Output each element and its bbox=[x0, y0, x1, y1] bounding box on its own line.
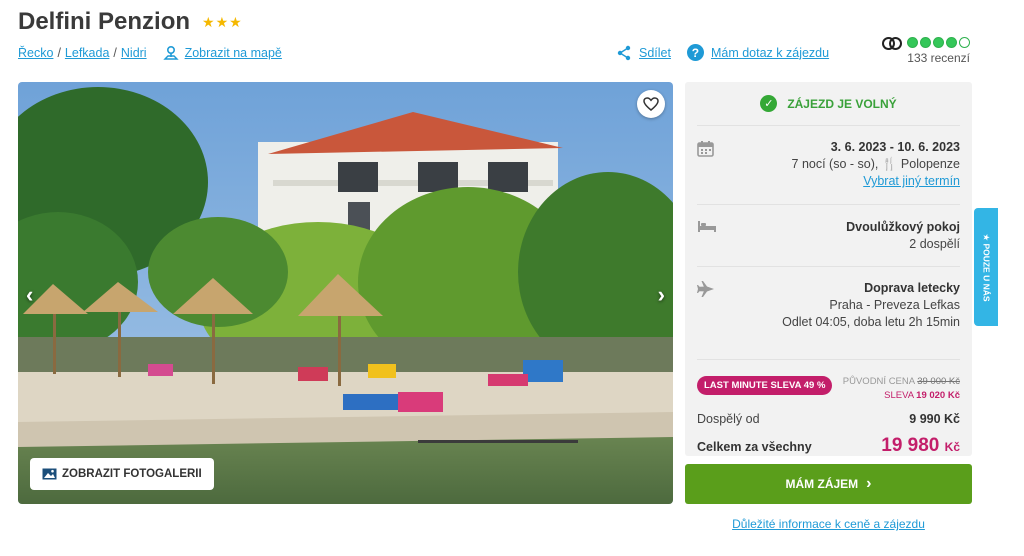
rating-dot-empty bbox=[959, 36, 970, 48]
prev-photo-arrow[interactable]: ‹ bbox=[26, 282, 33, 308]
original-price-block: PŮVODNÍ CENA 39 000 Kč SLEVA 19 020 Kč bbox=[843, 375, 960, 403]
flight-route: Praha - Preveza Lefkas bbox=[829, 298, 960, 312]
breadcrumb-separator: / bbox=[57, 46, 61, 60]
plane-icon bbox=[697, 281, 714, 297]
map-link[interactable]: Zobrazit na mapě bbox=[162, 45, 282, 61]
breadcrumb-place[interactable]: Nidri bbox=[121, 46, 147, 60]
adult-price-row: Dospělý od 9 990 Kč bbox=[697, 412, 960, 426]
discount-label: SLEVA bbox=[884, 390, 914, 401]
map-pin-icon bbox=[162, 45, 179, 60]
share-icon bbox=[617, 45, 631, 60]
favorite-button[interactable] bbox=[637, 90, 665, 118]
change-date-link[interactable]: Vybrat jiný termín bbox=[863, 174, 960, 188]
room-type: Dvoulůžkový pokoj bbox=[846, 220, 960, 234]
hotel-photo[interactable]: ‹ › ZOBRAZIT FOTOGALERII bbox=[18, 82, 673, 504]
ask-action[interactable]: ? Mám dotaz k zájezdu bbox=[686, 44, 829, 61]
interest-button-label: MÁM ZÁJEM bbox=[785, 477, 859, 491]
question-icon: ? bbox=[686, 44, 704, 61]
status-text: ZÁJEZD JE VOLNÝ bbox=[787, 96, 897, 111]
room-section: Dvoulůžkový pokoj 2 dospělí bbox=[697, 205, 960, 267]
trip-nights: 7 nocí (so - so), bbox=[791, 157, 879, 171]
total-price-currency: Kč bbox=[944, 440, 960, 454]
interest-button[interactable]: MÁM ZÁJEM › bbox=[685, 464, 972, 504]
check-icon: ✓ bbox=[760, 95, 778, 112]
top-actions: Sdílet ? Mám dotaz k zájezdu bbox=[616, 44, 829, 61]
availability-status: ✓ ZÁJEZD JE VOLNÝ bbox=[697, 82, 960, 126]
transport-section: Doprava letecky Praha - Preveza Lefkas O… bbox=[697, 267, 960, 360]
discount-value: 19 020 Kč bbox=[916, 390, 960, 401]
rating-dot bbox=[920, 36, 931, 48]
total-label: Celkem za všechny bbox=[697, 440, 812, 454]
price-info-link[interactable]: Důležité informace k ceně a zájezdu bbox=[685, 517, 972, 531]
fork-knife-icon: 🍴 bbox=[881, 157, 898, 171]
heart-icon bbox=[643, 97, 659, 111]
tripadvisor-icon bbox=[882, 36, 902, 50]
breadcrumb-region[interactable]: Lefkada bbox=[65, 46, 109, 60]
adult-price: 9 990 Kč bbox=[909, 412, 960, 426]
map-link-label[interactable]: Zobrazit na mapě bbox=[185, 46, 282, 60]
price-section: LAST MINUTE SLEVA 49 % PŮVODNÍ CENA 39 0… bbox=[697, 360, 960, 457]
next-photo-arrow[interactable]: › bbox=[658, 282, 665, 308]
rating-dots bbox=[880, 36, 970, 50]
trip-dates: 3. 6. 2023 - 10. 6. 2023 bbox=[830, 140, 960, 154]
bed-icon bbox=[698, 221, 716, 232]
transport-type: Doprava letecky bbox=[864, 281, 960, 295]
side-tab-label: ★ POUZE U NÁS bbox=[981, 232, 992, 302]
hotel-stars: ★★★ bbox=[202, 13, 243, 30]
original-price: 39 000 Kč bbox=[917, 376, 960, 387]
date-section: 3. 6. 2023 - 10. 6. 2023 7 nocí (so - so… bbox=[697, 126, 960, 205]
title-row: Delfini Penzion ★★★ bbox=[18, 8, 243, 36]
share-action[interactable]: Sdílet bbox=[616, 45, 671, 61]
image-icon bbox=[42, 468, 57, 480]
total-price-row: Celkem za všechny 19 980 Kč bbox=[697, 435, 960, 457]
hotel-name: Delfini Penzion bbox=[18, 8, 191, 35]
ask-link[interactable]: Mám dotaz k zájezdu bbox=[711, 46, 829, 60]
rating-dot bbox=[946, 36, 957, 48]
hotel-photo-image bbox=[18, 82, 673, 504]
booking-panel: ✓ ZÁJEZD JE VOLNÝ 3. 6. 2023 - 10. 6. 20… bbox=[685, 82, 972, 456]
calendar-icon bbox=[697, 141, 714, 157]
board-type: Polopenze bbox=[900, 157, 960, 171]
tripadvisor-rating[interactable]: 133 recenzí bbox=[880, 36, 970, 65]
flight-info: Odlet 04:05, doba letu 2h 15min bbox=[782, 315, 960, 329]
original-price-label: PŮVODNÍ CENA bbox=[842, 376, 915, 387]
exclusive-side-tab[interactable]: ★ POUZE U NÁS bbox=[974, 208, 998, 326]
review-count: 133 recenzí bbox=[907, 51, 970, 65]
gallery-button-label: ZOBRAZIT FOTOGALERII bbox=[62, 468, 202, 480]
gallery-button[interactable]: ZOBRAZIT FOTOGALERII bbox=[30, 458, 214, 490]
adult-price-label: Dospělý od bbox=[697, 412, 760, 426]
breadcrumb: Řecko / Lefkada / Nidri Zobrazit na mapě bbox=[18, 45, 282, 61]
last-minute-badge: LAST MINUTE SLEVA 49 % bbox=[697, 376, 833, 395]
breadcrumb-country[interactable]: Řecko bbox=[18, 46, 53, 60]
share-link[interactable]: Sdílet bbox=[639, 46, 671, 60]
rating-dot bbox=[933, 36, 944, 48]
total-price-amount: 19 980 bbox=[881, 435, 940, 456]
chevron-right-icon: › bbox=[866, 475, 872, 492]
rating-dot bbox=[907, 36, 918, 48]
persons: 2 dospělí bbox=[909, 237, 960, 251]
total-price: 19 980 Kč bbox=[881, 435, 960, 457]
breadcrumb-separator: / bbox=[113, 46, 117, 60]
